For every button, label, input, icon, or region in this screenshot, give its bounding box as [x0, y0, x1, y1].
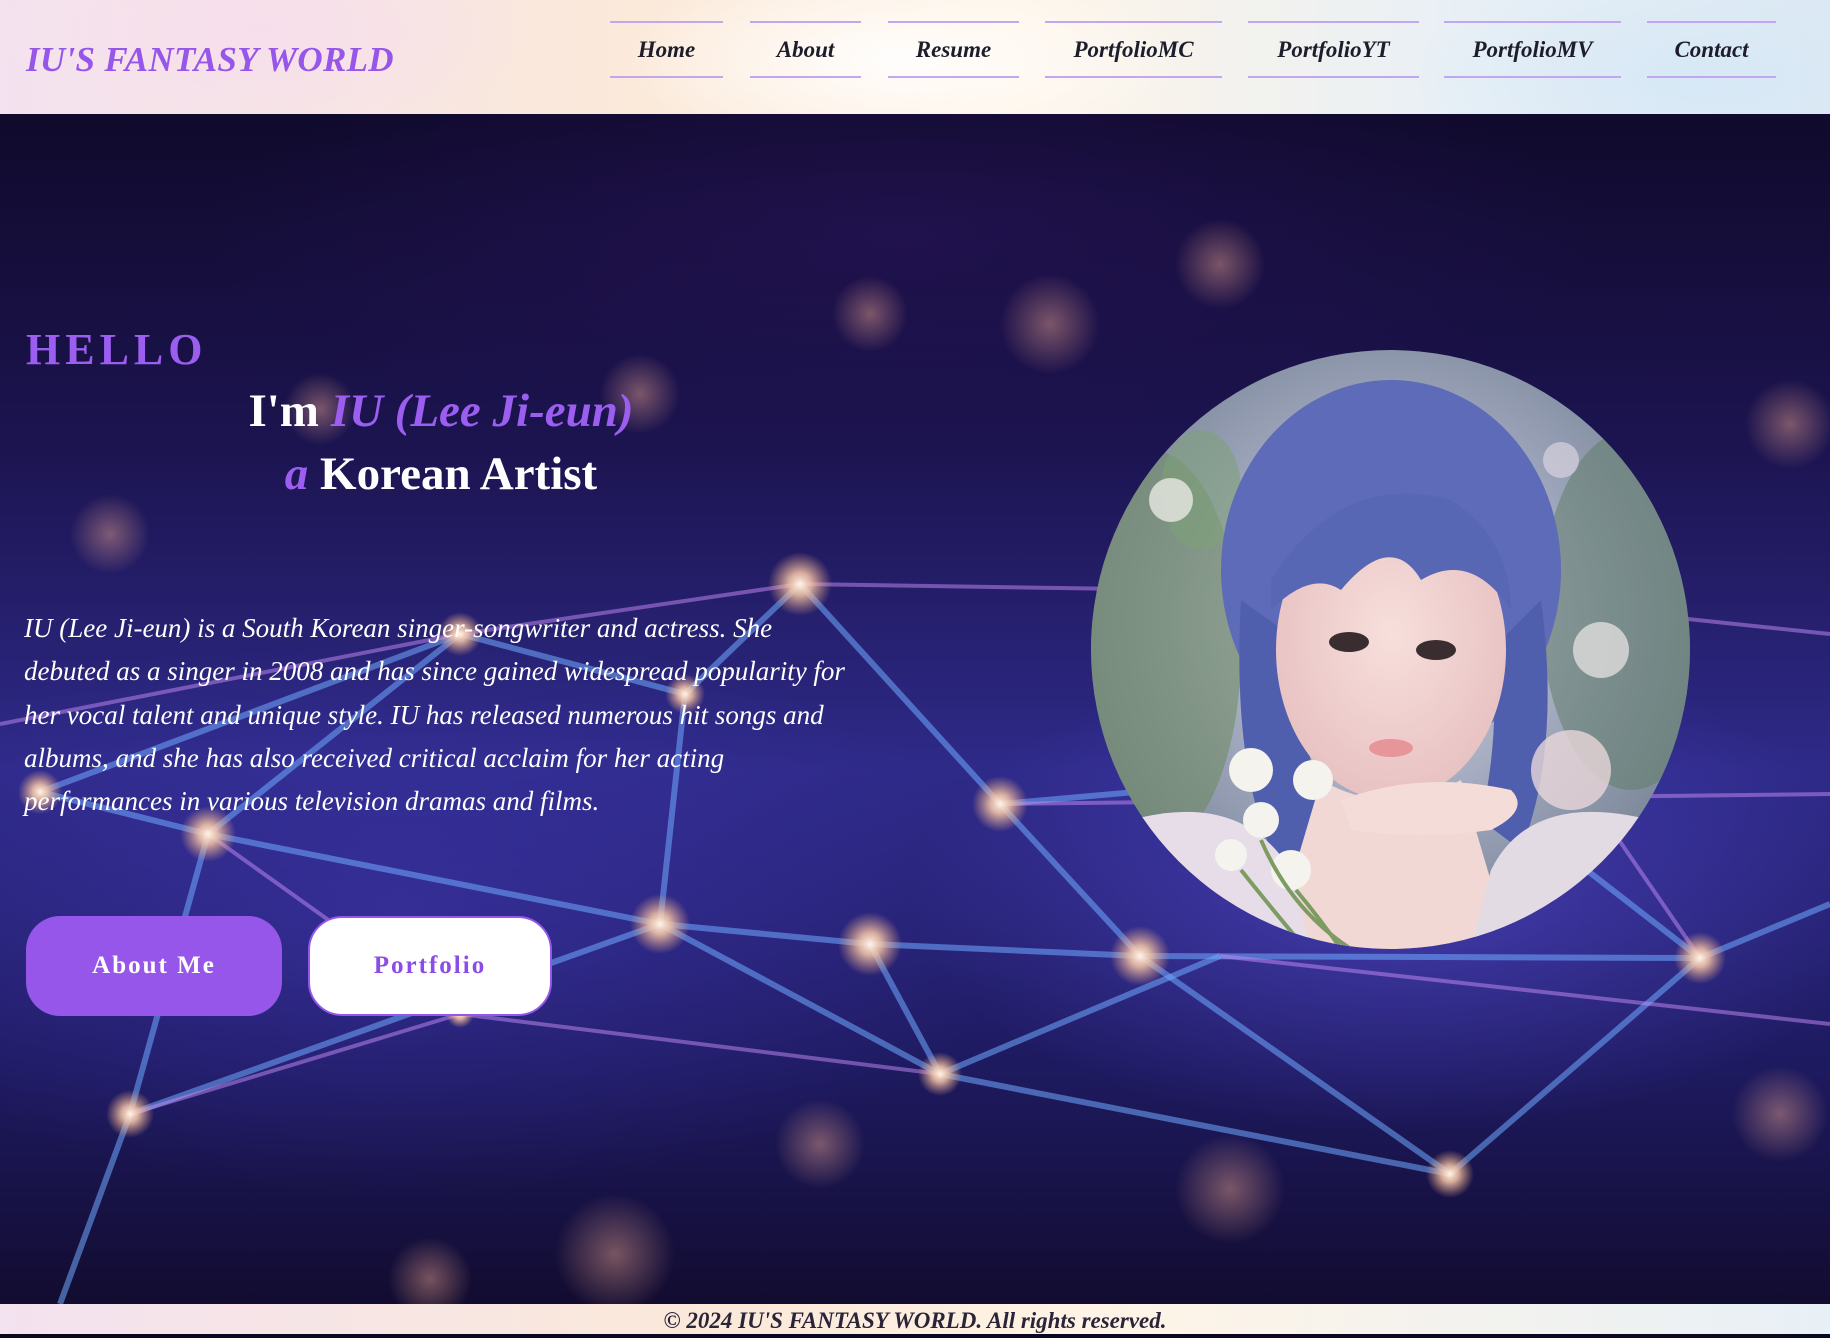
site-header: IU'S FANTASY WORLD Home About Resume Por…: [0, 0, 1830, 114]
nav-item-about[interactable]: About: [750, 21, 861, 78]
site-logo[interactable]: IU'S FANTASY WORLD: [26, 40, 394, 80]
hero-description: IU (Lee Ji-eun) is a South Korean singer…: [24, 613, 845, 817]
hero-intro-line-1: I'm IU (Lee Ji-eun): [26, 384, 856, 438]
copyright-text: © 2024 IU'S FANTASY WORLD. All rights re…: [663, 1308, 1167, 1333]
site-footer: © 2024 IU'S FANTASY WORLD. All rights re…: [0, 1304, 1830, 1334]
nav-item-resume[interactable]: Resume: [888, 21, 1019, 78]
artist-name: IU (Lee Ji-eun): [330, 385, 634, 437]
intro-prefix: I'm: [248, 385, 319, 437]
portfolio-button[interactable]: Portfolio: [308, 916, 552, 1016]
hero-greeting: HELLO: [26, 325, 208, 374]
intro-article: a: [284, 448, 309, 500]
nav-item-portfolio-mv[interactable]: PortfolioMV: [1444, 21, 1621, 78]
nav-item-contact[interactable]: Contact: [1647, 21, 1776, 78]
hero-section: HELLO I'm IU (Lee Ji-eun) a Korean Artis…: [0, 114, 1830, 1304]
nav-item-home[interactable]: Home: [610, 21, 723, 78]
artist-role: Korean Artist: [320, 448, 598, 500]
about-me-button[interactable]: About Me: [26, 916, 282, 1016]
hero-intro-line-2: a Korean Artist: [26, 447, 856, 501]
profile-photo: [1091, 350, 1690, 949]
nav-item-portfolio-mc[interactable]: PortfolioMC: [1045, 21, 1222, 78]
nav-item-portfolio-yt[interactable]: PortfolioYT: [1248, 21, 1419, 78]
